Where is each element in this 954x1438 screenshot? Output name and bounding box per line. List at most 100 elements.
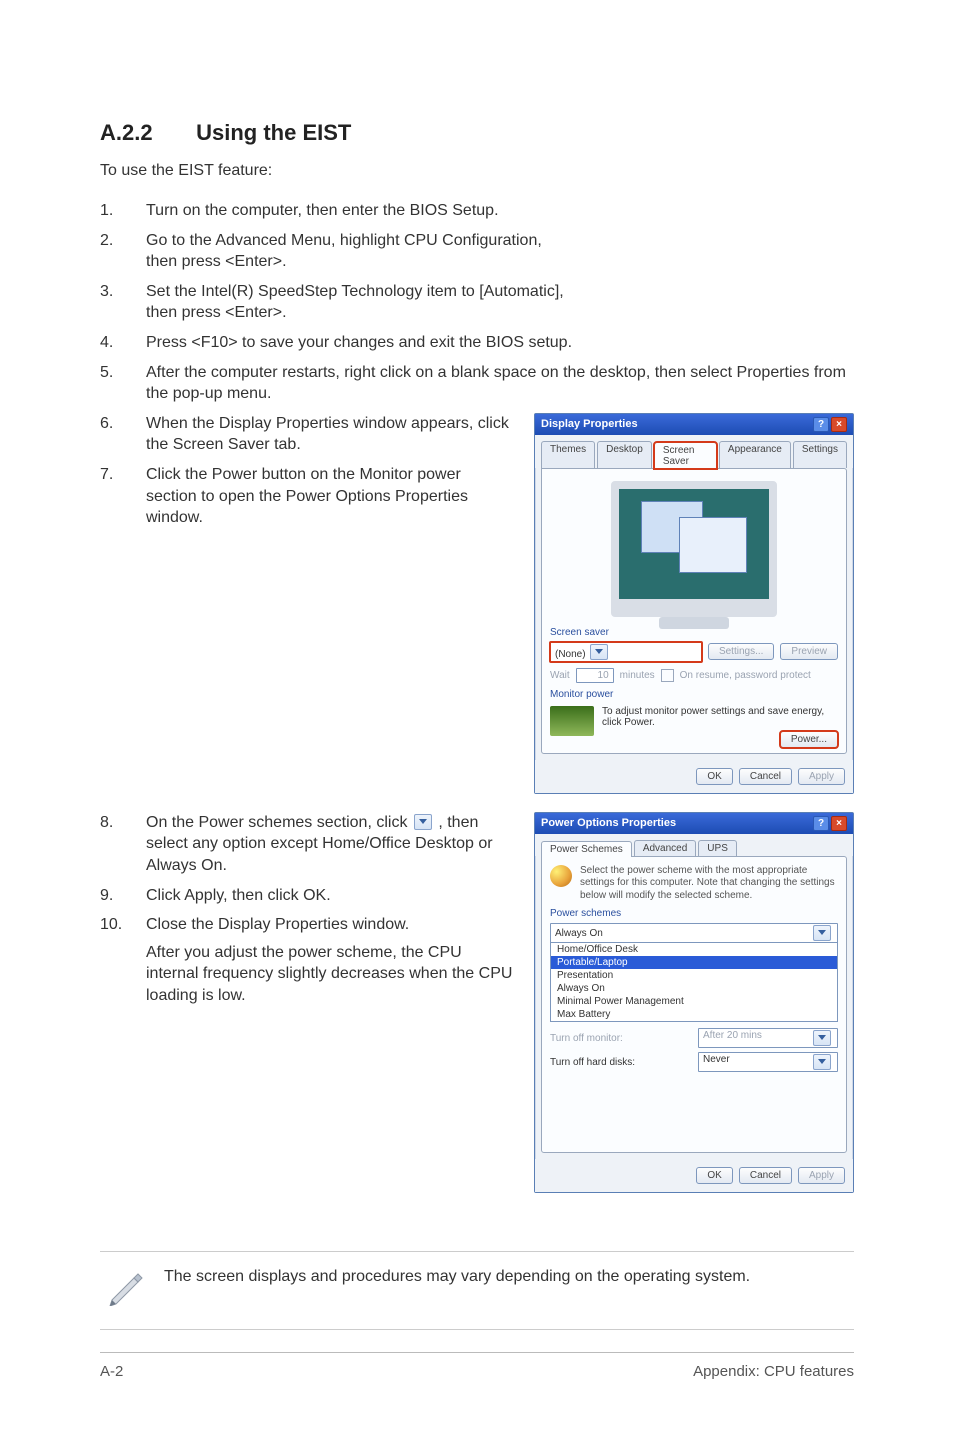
step-number: 6. xyxy=(100,413,126,456)
chevron-down-icon[interactable] xyxy=(813,925,831,941)
step-text: Click the Power button on the Monitor po… xyxy=(146,464,514,529)
step-5: 5. After the computer restarts, right cl… xyxy=(100,362,854,405)
tab-power-schemes[interactable]: Power Schemes xyxy=(541,841,632,857)
power-scheme-select[interactable]: Always On xyxy=(550,923,838,943)
apply-button[interactable]: Apply xyxy=(798,768,845,785)
tab-screen-saver[interactable]: Screen Saver xyxy=(654,442,717,469)
cancel-button[interactable]: Cancel xyxy=(739,768,792,785)
tab-desktop[interactable]: Desktop xyxy=(597,441,652,468)
list-item[interactable]: Portable/Laptop xyxy=(551,956,837,969)
list-item[interactable]: Home/Office Desk xyxy=(551,943,837,956)
monitor-power-text: To adjust monitor power settings and sav… xyxy=(602,706,838,728)
step-1: 1. Turn on the computer, then enter the … xyxy=(100,200,854,222)
section-number: A.2.2 xyxy=(100,120,190,146)
list-item[interactable]: Minimal Power Management xyxy=(551,995,837,1008)
step-number: 10. xyxy=(100,914,126,1006)
ok-button[interactable]: OK xyxy=(696,768,732,785)
section-heading: A.2.2 Using the EIST xyxy=(100,120,854,146)
note-text: The screen displays and procedures may v… xyxy=(164,1266,750,1288)
energy-star-icon xyxy=(550,706,594,736)
checkbox-icon[interactable] xyxy=(661,669,674,682)
power-scheme-value: Always On xyxy=(555,928,603,939)
wait-label: Wait xyxy=(550,670,570,681)
step-7: 7. Click the Power button on the Monitor… xyxy=(100,464,514,529)
display-properties-dialog: Display Properties ? × Themes Desktop Sc… xyxy=(534,413,854,794)
list-item[interactable]: Always On xyxy=(551,982,837,995)
tab-advanced[interactable]: Advanced xyxy=(634,840,696,856)
chevron-down-icon[interactable] xyxy=(813,1054,831,1070)
chevron-down-icon xyxy=(414,814,432,830)
turn-off-hdd-label: Turn off hard disks: xyxy=(550,1057,635,1068)
dialog-title: Power Options Properties xyxy=(541,817,676,829)
tab-themes[interactable]: Themes xyxy=(541,441,595,468)
dialog-titlebar[interactable]: Display Properties ? × xyxy=(535,414,853,435)
step-9: 9. Click Apply, then click OK. xyxy=(100,885,514,907)
resume-protect-label: On resume, password protect xyxy=(680,670,811,681)
dialog-title: Display Properties xyxy=(541,418,638,430)
lead-text: To use the EIST feature: xyxy=(100,162,854,180)
tab-ups[interactable]: UPS xyxy=(698,840,737,856)
step-number: 4. xyxy=(100,332,126,354)
monitor-power-section-label: Monitor power xyxy=(550,689,838,700)
step-text: Click Apply, then click OK. xyxy=(146,885,514,907)
step-number: 8. xyxy=(100,812,126,877)
list-item[interactable]: Presentation xyxy=(551,969,837,982)
power-scheme-desc: Select the power scheme with the most ap… xyxy=(580,865,838,903)
step-2: 2. Go to the Advanced Menu, highlight CP… xyxy=(100,230,854,273)
screensaver-select[interactable]: (None) xyxy=(550,642,702,662)
dialog-titlebar[interactable]: Power Options Properties ? × xyxy=(535,813,853,834)
list-item[interactable]: Max Battery xyxy=(551,1008,837,1021)
step-number: 2. xyxy=(100,230,126,273)
wait-input[interactable]: 10 xyxy=(576,668,614,683)
close-icon[interactable]: × xyxy=(831,417,847,432)
power-scheme-dropdown[interactable]: Home/Office Desk Portable/Laptop Present… xyxy=(550,942,838,1022)
step-text: Press <F10> to save your changes and exi… xyxy=(146,332,854,354)
step-text: After the computer restarts, right click… xyxy=(146,362,854,405)
cancel-button[interactable]: Cancel xyxy=(739,1167,792,1184)
note-pencil-icon xyxy=(106,1266,146,1311)
step-text: Turn on the computer, then enter the BIO… xyxy=(146,200,854,222)
preview-button[interactable]: Preview xyxy=(780,643,838,660)
step-8: 8. On the Power schemes section, click ,… xyxy=(100,812,514,877)
step-number: 1. xyxy=(100,200,126,222)
turn-off-hdd-value: Never xyxy=(703,1054,730,1070)
help-icon[interactable]: ? xyxy=(813,816,829,831)
step-text: When the Display Properties window appea… xyxy=(146,413,514,456)
power-schemes-section-label: Power schemes xyxy=(550,908,838,919)
step-text: Go to the Advanced Menu, highlight CPU C… xyxy=(146,232,542,249)
ok-button[interactable]: OK xyxy=(696,1167,732,1184)
step-text: Close the Display Properties window. xyxy=(146,916,409,933)
step-number: 9. xyxy=(100,885,126,907)
step-3: 3. Set the Intel(R) SpeedStep Technology… xyxy=(100,281,854,324)
turn-off-hdd-select[interactable]: Never xyxy=(698,1052,838,1072)
power-options-dialog: Power Options Properties ? × Power Schem… xyxy=(534,812,854,1194)
section-title: Using the EIST xyxy=(196,120,351,145)
monitor-preview xyxy=(611,481,777,617)
chevron-down-icon[interactable] xyxy=(590,644,608,660)
note-block: The screen displays and procedures may v… xyxy=(100,1251,854,1330)
chevron-down-icon[interactable] xyxy=(813,1030,831,1046)
settings-button[interactable]: Settings... xyxy=(708,643,774,660)
page-number: A-2 xyxy=(100,1363,123,1380)
wait-unit: minutes xyxy=(620,670,655,681)
step-aftertext: After you adjust the power scheme, the C… xyxy=(146,942,514,1007)
power-button[interactable]: Power... xyxy=(780,731,838,748)
step-text: then press <Enter>. xyxy=(146,304,287,321)
step-number: 5. xyxy=(100,362,126,405)
tab-appearance[interactable]: Appearance xyxy=(719,441,791,468)
power-scheme-icon xyxy=(550,865,572,887)
footer-title: Appendix: CPU features xyxy=(693,1363,854,1380)
tab-settings[interactable]: Settings xyxy=(793,441,847,468)
step-number: 3. xyxy=(100,281,126,324)
step-number: 7. xyxy=(100,464,126,529)
step-4: 4. Press <F10> to save your changes and … xyxy=(100,332,854,354)
page-footer: A-2 Appendix: CPU features xyxy=(100,1352,854,1380)
close-icon[interactable]: × xyxy=(831,816,847,831)
turn-off-monitor-select[interactable]: After 20 mins xyxy=(698,1028,838,1048)
screensaver-value: (None) xyxy=(555,649,586,660)
help-icon[interactable]: ? xyxy=(813,417,829,432)
step-10: 10. Close the Display Properties window.… xyxy=(100,914,514,1006)
step-text: On the Power schemes section, click xyxy=(146,814,412,831)
apply-button[interactable]: Apply xyxy=(798,1167,845,1184)
turn-off-monitor-value: After 20 mins xyxy=(703,1030,762,1046)
